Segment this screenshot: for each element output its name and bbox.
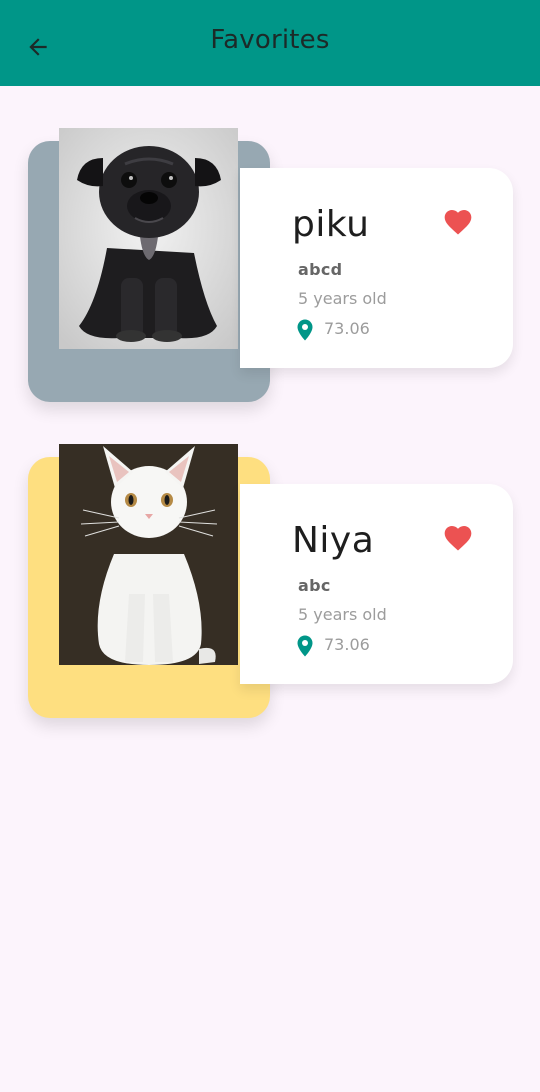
page-title: Favorites [210, 25, 330, 55]
pet-distance: 73.06 [324, 635, 370, 654]
pet-photo-piku [59, 128, 238, 349]
favorite-card-niya[interactable]: Niya abc 5 years old 73.06 [0, 444, 540, 734]
pet-info-card: piku abcd 5 years old 73.06 [240, 168, 513, 368]
location-pin-icon [297, 635, 313, 657]
pet-photo-niya [59, 444, 238, 665]
pet-name: Niya [292, 520, 375, 561]
favorite-button[interactable] [442, 206, 474, 238]
favorite-button[interactable] [442, 522, 474, 554]
pet-age: 5 years old [298, 289, 387, 308]
pet-name: piku [292, 204, 370, 245]
heart-icon [444, 526, 472, 551]
location-pin-icon [297, 319, 313, 341]
pet-breed: abc [298, 576, 331, 595]
favorite-card-piku[interactable]: piku abcd 5 years old 73.06 [0, 128, 540, 418]
pet-info-card: Niya abc 5 years old 73.06 [240, 484, 513, 684]
pet-breed: abcd [298, 260, 343, 279]
app-bar: Favorites [0, 0, 540, 86]
pet-distance: 73.06 [324, 319, 370, 338]
pet-age: 5 years old [298, 605, 387, 624]
heart-icon [444, 210, 472, 235]
